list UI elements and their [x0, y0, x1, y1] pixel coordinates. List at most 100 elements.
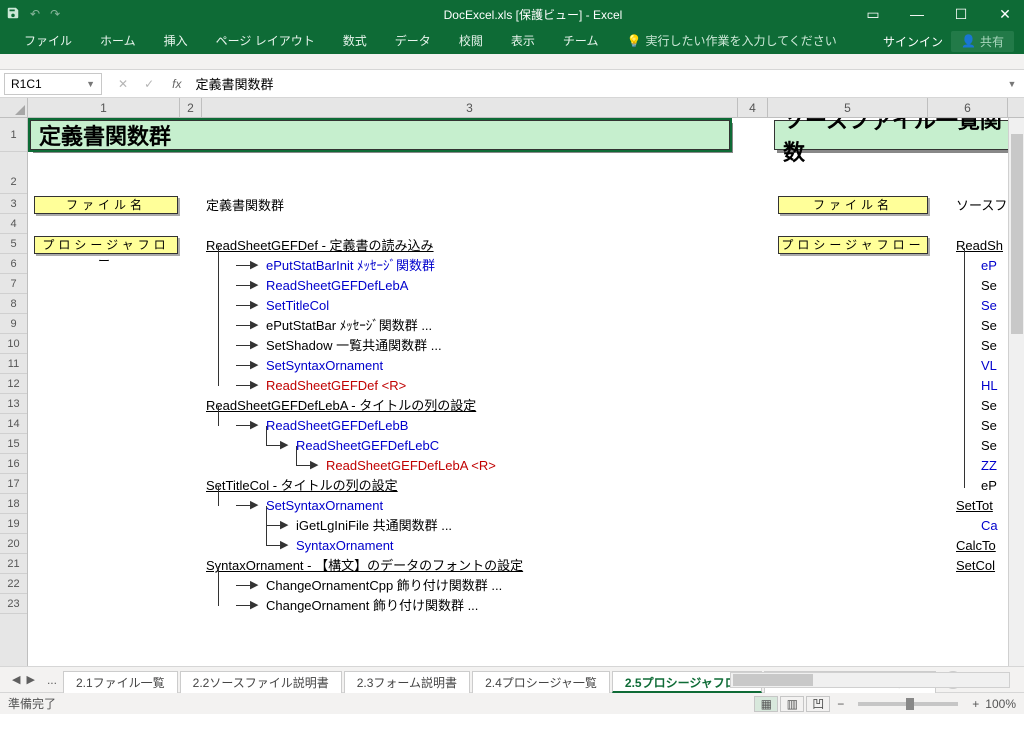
- prev-icon[interactable]: ◀: [12, 673, 20, 686]
- zoom-level[interactable]: 100%: [985, 697, 1016, 711]
- redo-icon[interactable]: ↷: [50, 7, 60, 21]
- row-header[interactable]: 21: [0, 554, 27, 574]
- undo-icon[interactable]: ↶: [30, 7, 40, 21]
- cell: Se: [981, 436, 997, 456]
- row-header[interactable]: 6: [0, 254, 27, 274]
- row-header[interactable]: 16: [0, 454, 27, 474]
- tab-team[interactable]: チーム: [549, 28, 613, 54]
- flow-line: ReadSheetGEFDefLebB: [266, 416, 408, 436]
- share-label: 共有: [980, 33, 1004, 50]
- enter-icon[interactable]: ✓: [144, 77, 154, 91]
- view-layout-icon[interactable]: ▥: [780, 696, 804, 712]
- tab-review[interactable]: 校閲: [445, 28, 497, 54]
- cell: VL: [981, 356, 997, 376]
- sheet-tab[interactable]: 2.1ファイル一覧: [63, 671, 178, 693]
- tab-layout[interactable]: ページ レイアウト: [202, 28, 329, 54]
- tab-file[interactable]: ファイル: [10, 28, 86, 54]
- cell: CalcTo: [956, 536, 996, 556]
- row-header[interactable]: 12: [0, 374, 27, 394]
- row-header[interactable]: 13: [0, 394, 27, 414]
- col-header[interactable]: 6: [928, 98, 1008, 117]
- row-header[interactable]: 3: [0, 194, 27, 214]
- maximize-icon[interactable]: ☐: [948, 6, 974, 23]
- select-all-corner[interactable]: [0, 98, 28, 117]
- flow-line: SetSyntaxOrnament: [266, 356, 383, 376]
- tab-data[interactable]: データ: [381, 28, 445, 54]
- name-box-value: R1C1: [11, 77, 42, 91]
- arrow-icon: ▶: [280, 540, 288, 551]
- row-header[interactable]: 2: [0, 152, 27, 194]
- tab-view[interactable]: 表示: [497, 28, 549, 54]
- zoom-slider[interactable]: [858, 702, 958, 706]
- tree-line: [218, 486, 219, 506]
- sheet-tab[interactable]: 2.2ソースファイル説明書: [180, 671, 342, 693]
- tab-insert[interactable]: 挿入: [150, 28, 202, 54]
- vertical-scrollbar[interactable]: [1008, 118, 1024, 666]
- chevron-down-icon[interactable]: ▼: [86, 79, 95, 89]
- close-icon[interactable]: ✕: [992, 6, 1018, 23]
- row-header[interactable]: 1: [0, 118, 27, 152]
- next-icon[interactable]: ▶: [26, 673, 34, 686]
- row-header[interactable]: 8: [0, 294, 27, 314]
- row-header[interactable]: 11: [0, 354, 27, 374]
- row-header[interactable]: 10: [0, 334, 27, 354]
- share-button[interactable]: 👤共有: [951, 31, 1014, 52]
- tab-formula[interactable]: 数式: [329, 28, 381, 54]
- row-header[interactable]: 20: [0, 534, 27, 554]
- save-icon[interactable]: [6, 6, 20, 23]
- tell-me[interactable]: 💡実行したい作業を入力してください: [612, 28, 850, 54]
- grid[interactable]: 1 2 3 4 5 6 7 8 9 10 11 12 13 14 15 16 1…: [0, 118, 1024, 666]
- tab-home[interactable]: ホーム: [86, 28, 150, 54]
- cancel-icon[interactable]: ✕: [118, 77, 128, 91]
- formula-expand-icon[interactable]: ▼: [1000, 79, 1024, 89]
- row-header[interactable]: 22: [0, 574, 27, 594]
- signin-link[interactable]: サインイン: [875, 33, 951, 50]
- cells-area[interactable]: 定義書関数群 ソースファイル一覧関数 ファイル名 プロシージャフロー ファイル名…: [28, 118, 1024, 666]
- col-header[interactable]: 4: [738, 98, 768, 117]
- ribbon-options-icon[interactable]: ▭: [860, 6, 886, 23]
- row-header[interactable]: 15: [0, 434, 27, 454]
- tree-line: [236, 425, 250, 426]
- zoom-out-icon[interactable]: −: [837, 697, 844, 711]
- row-header[interactable]: 18: [0, 494, 27, 514]
- zoom-in-icon[interactable]: +: [972, 697, 979, 711]
- cell: Se: [981, 396, 997, 416]
- tree-line: [218, 406, 219, 426]
- row-header[interactable]: 7: [0, 274, 27, 294]
- cell: SetCol: [956, 556, 995, 576]
- formula-bar: R1C1 ▼ ✕ ✓ fx 定義書関数群 ▼: [0, 70, 1024, 98]
- row-header[interactable]: 5: [0, 234, 27, 254]
- name-box[interactable]: R1C1 ▼: [4, 73, 102, 95]
- col-header[interactable]: 3: [202, 98, 738, 117]
- scroll-thumb[interactable]: [1011, 134, 1023, 334]
- row-header[interactable]: 4: [0, 214, 27, 234]
- scroll-thumb[interactable]: [733, 674, 813, 686]
- sheet-nav[interactable]: ◀▶: [6, 673, 41, 686]
- row-headers: 1 2 3 4 5 6 7 8 9 10 11 12 13 14 15 16 1…: [0, 118, 28, 666]
- row-header[interactable]: 23: [0, 594, 27, 614]
- formula-input[interactable]: 定義書関数群: [187, 74, 1000, 93]
- tree-line: [296, 465, 310, 466]
- fx-icon[interactable]: fx: [166, 77, 187, 91]
- sheet-tab[interactable]: 2.3フォーム説明書: [344, 671, 470, 693]
- cell: Se: [981, 316, 997, 336]
- row-header[interactable]: 14: [0, 414, 27, 434]
- horizontal-scrollbar[interactable]: [730, 672, 1010, 688]
- view-break-icon[interactable]: 凹: [806, 696, 830, 712]
- tree-line: [236, 265, 250, 266]
- col-header[interactable]: 2: [180, 98, 202, 117]
- row-header[interactable]: 9: [0, 314, 27, 334]
- sheet-tab[interactable]: 2.4プロシージャ一覧: [472, 671, 610, 693]
- col-header[interactable]: 5: [768, 98, 928, 117]
- view-normal-icon[interactable]: ▦: [754, 696, 778, 712]
- row-header[interactable]: 19: [0, 514, 27, 534]
- col-header[interactable]: 1: [28, 98, 180, 117]
- cell: SetTot: [956, 496, 993, 516]
- flow-line: ePutStatBarInit ﾒｯｾｰｼﾞ関数群: [266, 256, 435, 276]
- title-bar: ↶ ↷ DocExcel.xls [保護ビュー] - Excel ▭ ― ☐ ✕: [0, 0, 1024, 28]
- minimize-icon[interactable]: ―: [904, 6, 930, 22]
- section-title-a[interactable]: 定義書関数群: [30, 120, 730, 150]
- more-tabs-left[interactable]: ...: [43, 673, 61, 687]
- section-title-b[interactable]: ソースファイル一覧関数: [774, 120, 1024, 150]
- row-header[interactable]: 17: [0, 474, 27, 494]
